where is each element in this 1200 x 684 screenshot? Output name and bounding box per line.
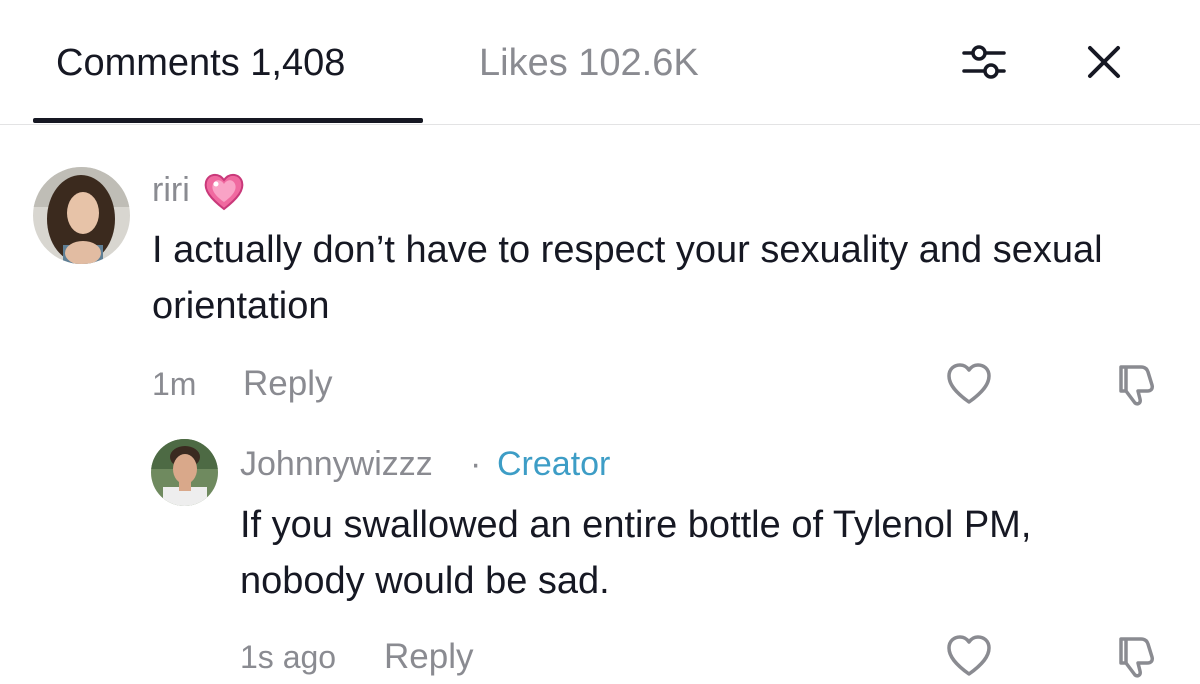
comment-username[interactable]: riri [152,170,190,210]
thumbs-down-icon[interactable] [1106,356,1162,412]
creator-badge: Creator [497,445,611,483]
separator-dot: · [470,445,482,483]
comment-username[interactable]: Johnnywizzz [240,444,433,484]
reply-button[interactable]: Reply [384,637,473,677]
avatar-johnnywizzz[interactable] [151,439,218,506]
comment-text: If you swallowed an entire bottle of Tyl… [240,504,1032,602]
tab-comments[interactable]: Comments 1,408 [56,40,345,86]
comment-timestamp: 1m [152,366,197,402]
comments-panel: Comments 1,408 Likes 102.6K riri I actua… [0,0,1200,678]
comments-header: Comments 1,408 Likes 102.6K [0,0,1200,125]
active-tab-indicator [33,118,423,123]
comment-timestamp: 1s ago [240,639,337,675]
avatar-riri[interactable] [33,167,130,264]
reply-button[interactable]: Reply [243,364,332,404]
close-icon[interactable] [1078,36,1130,88]
tab-likes[interactable]: Likes 102.6K [479,40,699,86]
comment-text: I actually don’t have to respect your se… [152,229,1103,327]
heart-like-icon[interactable] [941,628,997,684]
heart-like-icon[interactable] [941,356,997,412]
pink-sparkling-heart-icon [202,170,246,212]
filter-sliders-icon[interactable] [958,36,1010,88]
thumbs-down-icon[interactable] [1106,628,1162,684]
